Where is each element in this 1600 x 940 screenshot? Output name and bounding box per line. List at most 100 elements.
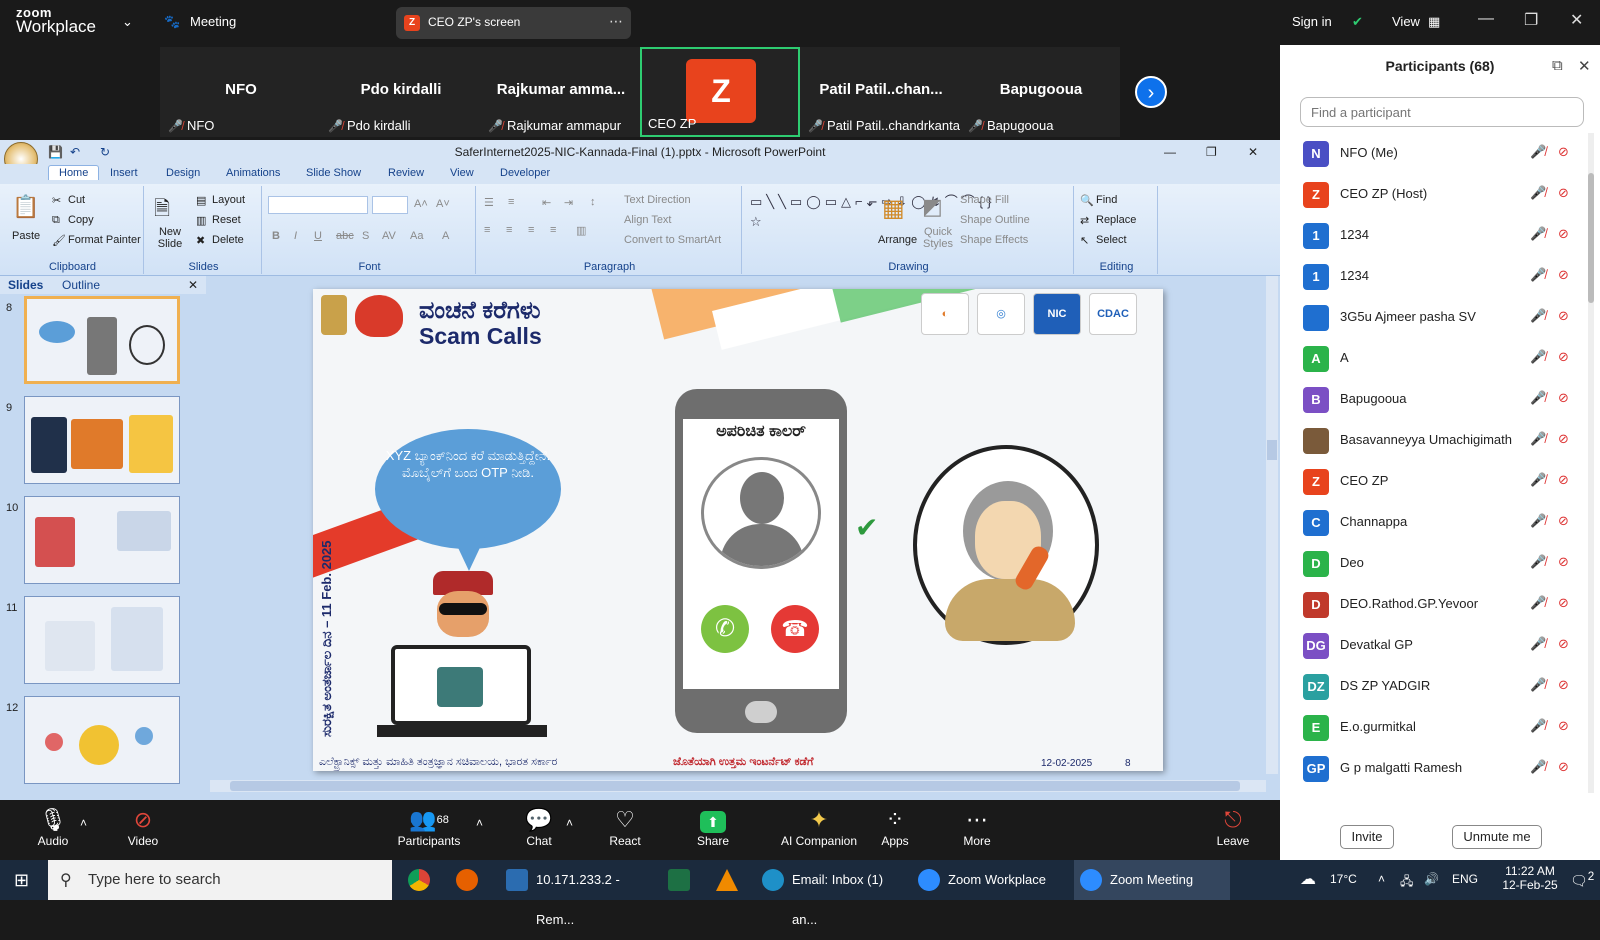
slide-canvas[interactable]: ವಂಚನೆ ಕರೆಗಳು Scam Calls ◐ ◎ NIC CDAC ಸುರ… [313,289,1163,771]
restore-icon[interactable]: ❐ [1524,10,1538,30]
video-off-icon[interactable]: ⊘ [1558,267,1569,283]
arrange-button[interactable]: Arrange [878,234,917,246]
video-off-icon[interactable]: ⊘ [1558,431,1569,447]
participant-row[interactable]: B Bapugooua 🎤̸ ⊘ [1280,379,1588,420]
chrome-icon[interactable] [408,869,430,891]
video-off-icon[interactable]: ⊘ [1558,718,1569,734]
video-off-icon[interactable]: ⊘ [1558,554,1569,570]
copy-button[interactable]: Copy [68,214,94,226]
video-off-icon[interactable]: ⊘ [1558,185,1569,201]
underline-icon[interactable]: U [314,230,322,242]
scrollbar-thumb[interactable] [1267,440,1277,460]
minimize-icon[interactable]: — [1478,10,1494,28]
meeting-label[interactable]: Meeting [190,14,236,29]
unmute-me-button[interactable]: Unmute me [1452,825,1542,849]
italic-icon[interactable]: I [294,230,297,242]
tab-insert[interactable]: Insert [110,167,138,179]
slide-thumbnail[interactable] [24,396,180,484]
network-icon[interactable]: 🖧 [1400,872,1413,893]
leave-button[interactable]: ⎋ Leave [1188,806,1278,848]
chat-chevron-icon[interactable]: ˄ [566,816,573,830]
mic-muted-icon[interactable]: 🎤̸ [1530,759,1546,775]
notification-icon[interactable]: 🗨2 [1570,870,1594,890]
video-off-icon[interactable]: ⊘ [1558,349,1569,365]
slide-thumbnails[interactable]: 8 9 10 11 12 [0,294,206,794]
more-options-icon[interactable]: ⋯ [609,13,623,30]
mic-muted-icon[interactable]: 🎤̸ [1530,226,1546,242]
more-button[interactable]: ⋯ More [932,806,1022,848]
invite-button[interactable]: Invite [1340,825,1394,849]
ppt-restore-icon[interactable]: ❐ [1206,140,1217,164]
reset-button[interactable]: Reset [212,214,241,226]
language-indicator[interactable]: ENG [1452,872,1478,886]
video-off-icon[interactable]: ⊘ [1558,308,1569,324]
participant-row[interactable]: GP G p malgatti Ramesh 🎤̸ ⊘ [1280,748,1588,789]
mic-muted-icon[interactable]: 🎤̸ [1530,267,1546,283]
numbering-icon[interactable]: ≡ [508,196,514,208]
gallery-next-button[interactable]: › [1135,76,1167,108]
video-off-icon[interactable]: ⊘ [1558,390,1569,406]
participant-search-input[interactable] [1300,97,1584,127]
vertical-scrollbar[interactable] [1266,276,1278,774]
video-off-icon[interactable]: ⊘ [1558,144,1569,160]
align-text-button[interactable]: Align Text [624,214,672,226]
shared-screen-pill[interactable]: Z CEO ZP's screen ⋯ [396,7,631,39]
participant-tile[interactable]: Patil Patil..chan... 🎤̸ Patil Patil..chan… [802,47,960,137]
align-left-icon[interactable]: ≡ [484,224,490,236]
sign-in-link[interactable]: Sign in [1292,14,1332,29]
participant-row[interactable]: N NFO (Me) 🎤̸ ⊘ [1280,133,1588,174]
panel-scrollbar[interactable] [1588,133,1594,793]
participant-list[interactable]: N NFO (Me) 🎤̸ ⊘ Z CEO ZP (Host) 🎤̸ ⊘ 1 1234 🎤̸ ⊘ 1 12… [1280,133,1588,793]
tab-design[interactable]: Design [166,167,200,179]
share-button[interactable]: ⬆ Share [668,806,758,848]
participant-row[interactable]: E E.o.gurmitkal 🎤̸ ⊘ [1280,707,1588,748]
excel-icon[interactable] [668,869,690,891]
mic-muted-icon[interactable]: 🎤̸ [1530,472,1546,488]
tab-developer[interactable]: Developer [500,167,550,179]
mic-muted-icon[interactable]: 🎤̸ [1530,677,1546,693]
tab-slide-show[interactable]: Slide Show [306,167,361,179]
columns-icon[interactable]: ▥ [576,224,586,237]
video-button[interactable]: ⊘ Video [98,806,188,848]
participants-button[interactable]: 👥68 Participants [384,806,474,848]
bullets-icon[interactable]: ☰ [484,196,494,209]
grow-font-icon[interactable]: A˄ [414,198,428,210]
shape-fill-button[interactable]: Shape Fill [960,194,1009,206]
mic-muted-icon[interactable]: 🎤̸ [1530,144,1546,160]
video-off-icon[interactable]: ⊘ [1558,513,1569,529]
find-button[interactable]: Find [1096,194,1117,206]
justify-icon[interactable]: ≡ [550,224,556,236]
save-icon[interactable]: 💾 [48,140,63,164]
align-center-icon[interactable]: ≡ [506,224,512,236]
quick-styles-icon[interactable]: ◩ [922,194,943,220]
participant-tile[interactable]: Bapugooua 🎤̸ Bapugooua [962,47,1120,137]
video-off-icon[interactable]: ⊘ [1558,759,1569,775]
scrollbar-thumb[interactable] [1588,173,1594,303]
video-off-icon[interactable]: ⊘ [1558,636,1569,652]
participant-row[interactable]: Basavanneyya Umachigimath 🎤̸ ⊘ [1280,420,1588,461]
mic-muted-icon[interactable]: 🎤̸ [1530,595,1546,611]
ppt-close-icon[interactable]: ✕ [1248,140,1258,164]
audio-options-chevron-icon[interactable]: ˄ [80,816,87,830]
tab-home[interactable]: Home [48,165,100,180]
format-painter-button[interactable]: Format Painter [68,234,141,246]
windows-start-icon[interactable]: ⊞ [14,870,29,891]
shape-outline-button[interactable]: Shape Outline [960,214,1030,226]
participant-row[interactable]: Z CEO ZP (Host) 🎤̸ ⊘ [1280,174,1588,215]
font-family-select[interactable] [268,196,368,214]
volume-icon[interactable]: 🔊 [1424,872,1439,886]
participant-tile[interactable]: Rajkumar amma... 🎤̸ Rajkumar ammapur [482,47,640,137]
weather-cloud-icon[interactable]: ☁ [1300,869,1316,889]
paste-icon[interactable]: 📋 [12,194,39,220]
line-spacing-icon[interactable]: ↕ [590,196,596,208]
participant-row[interactable]: D Deo 🎤̸ ⊘ [1280,543,1588,584]
redo-icon[interactable]: ↻ [100,140,110,164]
strikethrough-icon[interactable]: abc [336,230,354,242]
scrollbar-thumb[interactable] [230,781,1240,791]
slide-thumbnail[interactable] [24,496,180,584]
video-off-icon[interactable]: ⊘ [1558,472,1569,488]
paste-button[interactable]: Paste [12,230,40,242]
participant-row[interactable]: DZ DS ZP YADGIR 🎤̸ ⊘ [1280,666,1588,707]
text-direction-button[interactable]: Text Direction [624,194,691,206]
shape-effects-button[interactable]: Shape Effects [960,234,1028,246]
